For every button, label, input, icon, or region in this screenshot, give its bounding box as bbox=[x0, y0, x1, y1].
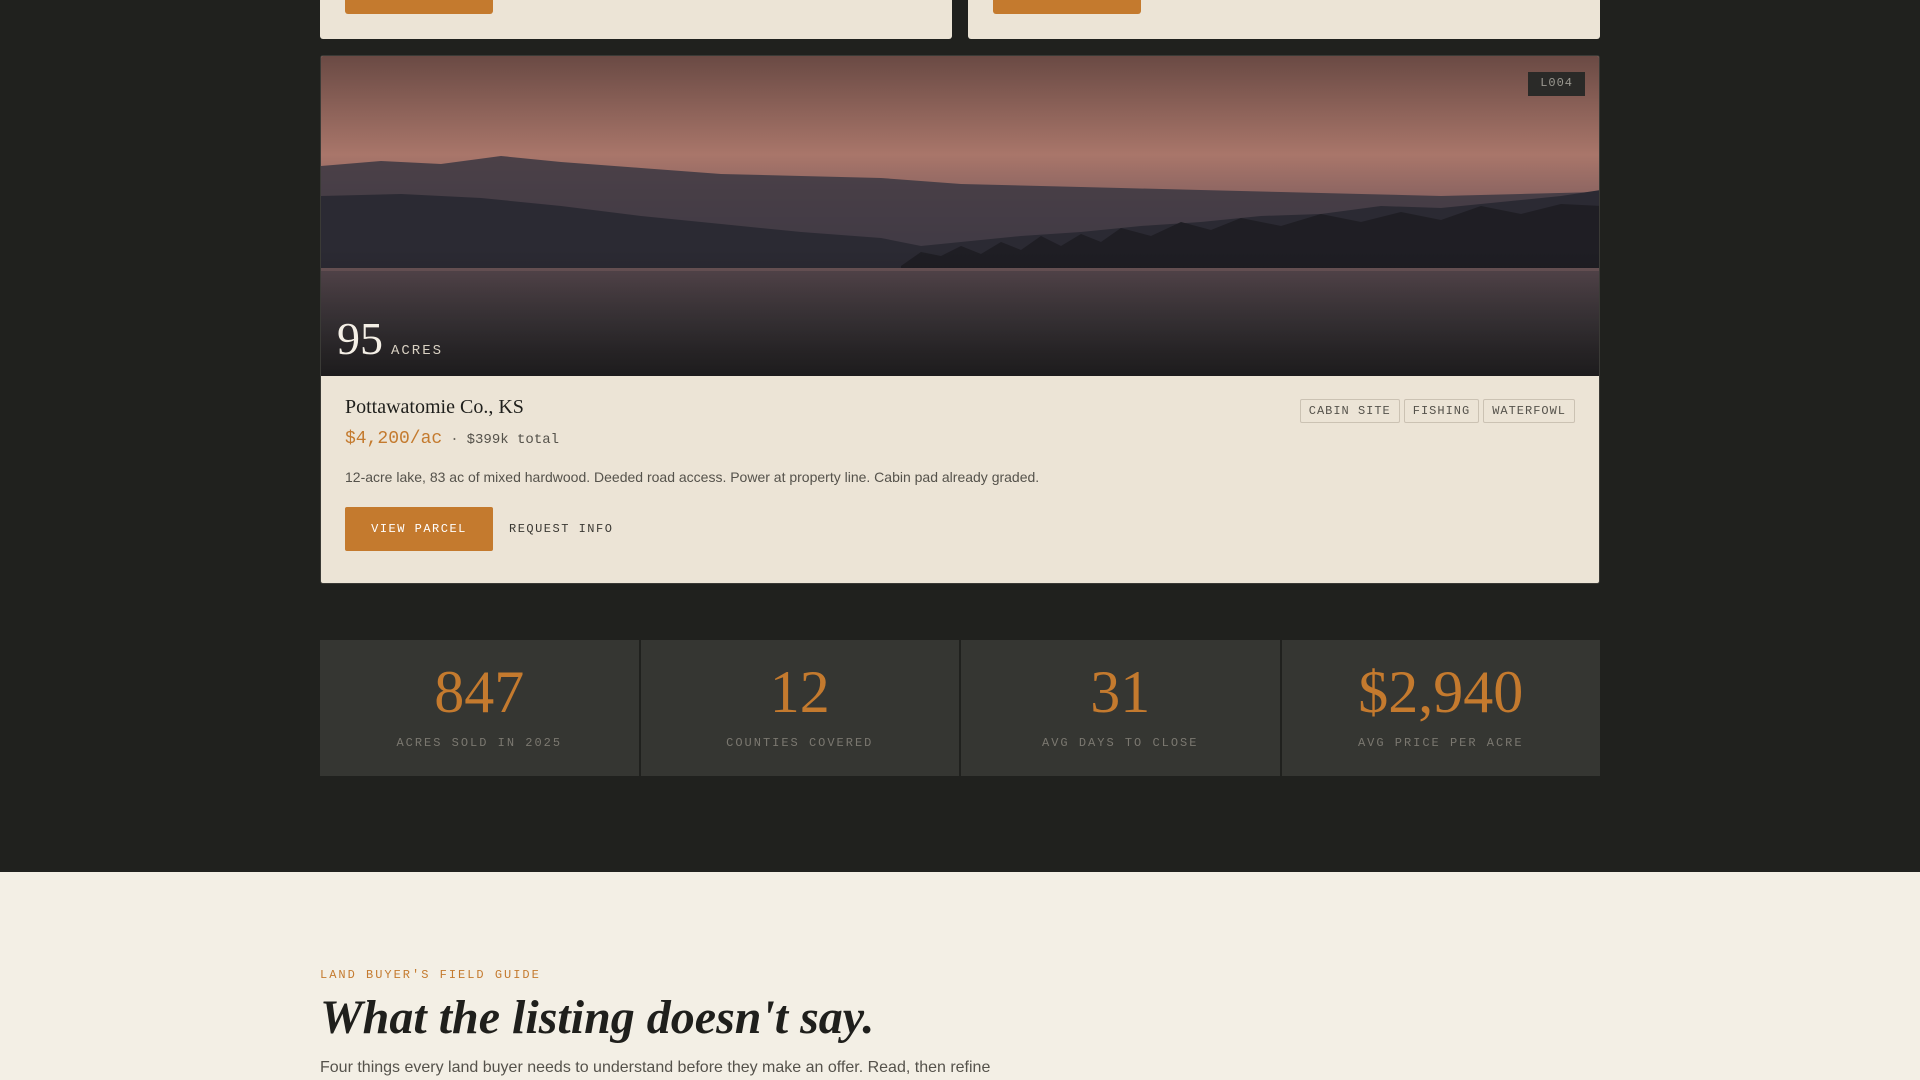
stat-label: COUNTIES COVERED bbox=[726, 736, 874, 750]
stats-bar: 847 ACRES SOLD IN 2025 12 COUNTIES COVER… bbox=[320, 640, 1600, 776]
listing-card-partial bbox=[320, 0, 952, 39]
stat-acres-sold: 847 ACRES SOLD IN 2025 bbox=[320, 640, 639, 776]
view-parcel-button[interactable] bbox=[993, 0, 1141, 14]
field-guide-header: LAND BUYER'S FIELD GUIDE What the listin… bbox=[320, 968, 1600, 1077]
listing-county: Pottawatomie Co., KS bbox=[345, 396, 524, 418]
listing-description: 12-acre lake, 83 ac of mixed hardwood. D… bbox=[345, 469, 1040, 485]
previous-listings-row bbox=[320, 0, 1600, 39]
request-info-link[interactable]: REQUEST INFO bbox=[509, 522, 613, 536]
acreage: 95 ACRES bbox=[337, 316, 443, 362]
stat-days-to-close: 31 AVG DAYS TO CLOSE bbox=[961, 640, 1280, 776]
section-eyebrow: LAND BUYER'S FIELD GUIDE bbox=[320, 968, 541, 982]
listing-card-partial bbox=[968, 0, 1600, 39]
listing-actions: VIEW PARCEL REQUEST INFO bbox=[345, 507, 1575, 551]
section-title: What the listing doesn't say. bbox=[320, 991, 875, 1044]
stat-label: AVG PRICE PER ACRE bbox=[1357, 736, 1524, 750]
price-line: $4,200/ac · $399k total bbox=[345, 429, 1575, 449]
stat-value: 12 bbox=[769, 659, 830, 725]
price-separator: · bbox=[450, 432, 459, 448]
stat-label: ACRES SOLD IN 2025 bbox=[396, 736, 563, 750]
field-guide-section: LAND BUYER'S FIELD GUIDE What the listin… bbox=[0, 872, 1920, 1080]
stat-value: 31 bbox=[1090, 659, 1151, 725]
stat-label: AVG DAYS TO CLOSE bbox=[1042, 736, 1199, 750]
acreage-unit: ACRES bbox=[391, 343, 444, 359]
lake-sunset-image bbox=[321, 56, 1599, 376]
view-parcel-button[interactable] bbox=[345, 0, 493, 14]
total-price: $399k total bbox=[466, 432, 560, 448]
price-per-acre: $4,200/ac bbox=[345, 429, 443, 449]
stat-counties: 12 COUNTIES COVERED bbox=[640, 640, 959, 776]
lot-badge: L004 bbox=[1528, 72, 1585, 96]
listing-card: L004 95 ACRES CABIN SITE FISHING WATERFO… bbox=[320, 55, 1600, 584]
stat-value: 847 bbox=[434, 659, 525, 725]
view-parcel-button[interactable]: VIEW PARCEL bbox=[345, 507, 493, 551]
stat-avg-price: $2,940 AVG PRICE PER ACRE bbox=[1281, 640, 1600, 776]
stat-value: $2,940 bbox=[1358, 659, 1524, 725]
section-subtitle: Four things every land buyer needs to un… bbox=[320, 1058, 991, 1076]
parcel-photo: L004 95 ACRES bbox=[321, 56, 1599, 376]
acreage-value: 95 bbox=[337, 313, 383, 364]
listing-info: Pottawatomie Co., KS $4,200/ac · $399k t… bbox=[345, 396, 1575, 551]
